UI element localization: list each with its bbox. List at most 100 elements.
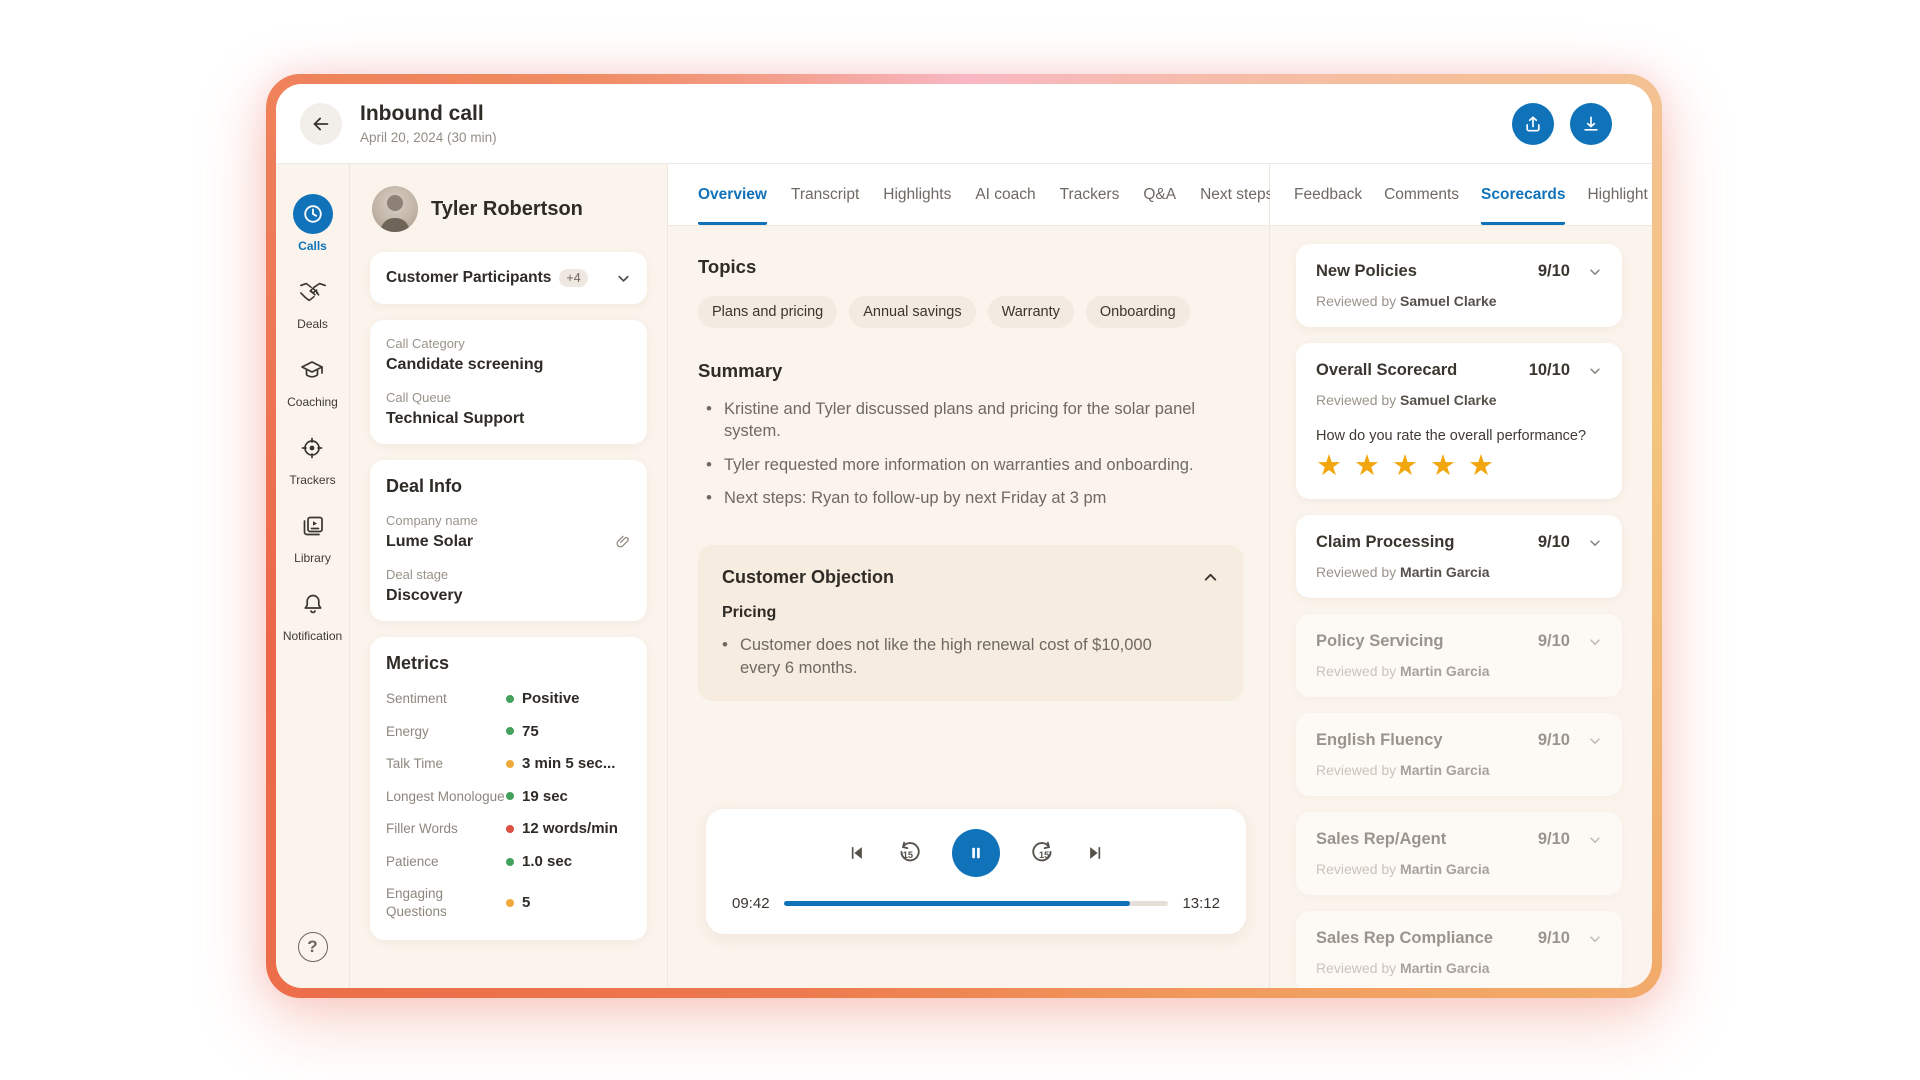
audio-player: 15 15 bbox=[706, 809, 1246, 934]
skip-to-end-button[interactable] bbox=[1086, 843, 1106, 863]
reviewed-by: Reviewed by Martin Garcia bbox=[1316, 762, 1602, 778]
share-button[interactable] bbox=[1512, 103, 1554, 145]
tab-scorecards[interactable]: Scorecards bbox=[1481, 164, 1565, 225]
scorecard-new-policies[interactable]: New Policies 9/10 Reviewed by Samuel Cla… bbox=[1296, 244, 1622, 327]
main-layout: Calls Deals Coaching bbox=[276, 164, 1652, 988]
objection-bullet: Customer does not like the high renewal … bbox=[722, 634, 1192, 679]
tab-feedback[interactable]: Feedback bbox=[1294, 164, 1362, 225]
tab-highlight[interactable]: Highlight bbox=[1587, 164, 1647, 225]
paperclip-icon[interactable] bbox=[615, 534, 631, 550]
rewind-15-button[interactable]: 15 bbox=[896, 840, 922, 866]
reviewer-name: Samuel Clarke bbox=[1400, 392, 1497, 408]
scorecards-list: New Policies 9/10 Reviewed by Samuel Cla… bbox=[1270, 226, 1652, 988]
metric-value: Positive bbox=[522, 690, 580, 707]
deal-info-title: Deal Info bbox=[386, 476, 631, 497]
progress-bar[interactable] bbox=[784, 901, 1169, 906]
summary-list: Kristine and Tyler discussed plans and p… bbox=[706, 398, 1243, 521]
profile-row: Tyler Robertson bbox=[370, 186, 647, 232]
chevron-down-icon[interactable] bbox=[1588, 635, 1602, 649]
sidebar-item-deals[interactable]: Deals bbox=[293, 272, 333, 331]
tab-ai-coach[interactable]: AI coach bbox=[975, 164, 1035, 225]
sidebar-item-trackers[interactable]: Trackers bbox=[289, 428, 335, 487]
metric-value: 19 sec bbox=[522, 788, 568, 805]
tab-qa[interactable]: Q&A bbox=[1143, 164, 1176, 225]
chevron-down-icon[interactable] bbox=[1588, 364, 1602, 378]
chevron-up-icon[interactable] bbox=[1202, 569, 1219, 586]
scorecard-claim-processing[interactable]: Claim Processing 9/10 Reviewed by Martin… bbox=[1296, 515, 1622, 598]
scorecard-english-fluency[interactable]: English Fluency 9/10 Reviewed by Martin … bbox=[1296, 713, 1622, 796]
scorecard-title: New Policies bbox=[1316, 262, 1417, 281]
reviewer-name: Martin Garcia bbox=[1400, 564, 1489, 580]
scorecard-title: English Fluency bbox=[1316, 731, 1443, 750]
sidebar-item-calls[interactable]: Calls bbox=[293, 194, 333, 253]
scorecard-score: 9/10 bbox=[1538, 830, 1570, 849]
tab-next-steps[interactable]: Next steps bbox=[1200, 164, 1273, 225]
forward-15-button[interactable]: 15 bbox=[1030, 840, 1056, 866]
topic-chip[interactable]: Warranty bbox=[988, 296, 1074, 328]
scorecard-score: 10/10 bbox=[1529, 361, 1570, 380]
svg-text:15: 15 bbox=[903, 850, 913, 860]
tab-trackers[interactable]: Trackers bbox=[1060, 164, 1120, 225]
scorecard-title: Overall Scorecard bbox=[1316, 361, 1457, 380]
tab-transcript[interactable]: Transcript bbox=[791, 164, 859, 225]
chevron-down-icon[interactable] bbox=[1588, 734, 1602, 748]
star-icon[interactable]: ★ bbox=[1430, 452, 1456, 481]
scorecard-overall[interactable]: Overall Scorecard 10/10 Reviewed by Samu… bbox=[1296, 343, 1622, 499]
summary-bullet: Next steps: Ryan to follow-up by next Fr… bbox=[706, 487, 1243, 510]
chevron-down-icon[interactable] bbox=[1588, 265, 1602, 279]
header-actions bbox=[1512, 103, 1612, 145]
library-icon bbox=[293, 506, 333, 546]
metric-row-engaging-questions: Engaging Questions 5 bbox=[386, 885, 631, 920]
reviewed-by-label: Reviewed by bbox=[1316, 663, 1400, 679]
scorecard-sales-rep-agent[interactable]: Sales Rep/Agent 9/10 Reviewed by Martin … bbox=[1296, 812, 1622, 895]
star-icon[interactable]: ★ bbox=[1354, 452, 1380, 481]
topic-chip[interactable]: Plans and pricing bbox=[698, 296, 837, 328]
page-title: Inbound call bbox=[360, 102, 497, 126]
reviewer-name: Martin Garcia bbox=[1400, 663, 1489, 679]
sidebar-item-notification[interactable]: Notification bbox=[283, 584, 342, 643]
reviewer-name: Samuel Clarke bbox=[1400, 293, 1497, 309]
deal-info-card: Deal Info Company name Lume Solar bbox=[370, 460, 647, 621]
pause-button[interactable] bbox=[952, 829, 1000, 877]
metrics-card: Metrics Sentiment Positive Energy 75 Tal… bbox=[370, 637, 647, 940]
topic-chip[interactable]: Annual savings bbox=[849, 296, 975, 328]
download-button[interactable] bbox=[1570, 103, 1612, 145]
topic-chip[interactable]: Onboarding bbox=[1086, 296, 1190, 328]
star-icon[interactable]: ★ bbox=[1468, 452, 1494, 481]
participant-name: Tyler Robertson bbox=[431, 198, 583, 221]
header-titles: Inbound call April 20, 2024 (30 min) bbox=[360, 102, 497, 145]
tab-overview[interactable]: Overview bbox=[698, 164, 767, 225]
scorecard-title: Policy Servicing bbox=[1316, 632, 1443, 651]
customer-participants-dropdown[interactable]: Customer Participants +4 bbox=[370, 252, 647, 304]
metric-row-sentiment: Sentiment Positive bbox=[386, 690, 631, 708]
total-duration: 13:12 bbox=[1182, 895, 1220, 912]
reviewed-by: Reviewed by Martin Garcia bbox=[1316, 663, 1602, 679]
scorecard-sales-rep-compliance[interactable]: Sales Rep Compliance 9/10 Reviewed by Ma… bbox=[1296, 911, 1622, 988]
elapsed-time: 09:42 bbox=[732, 895, 770, 912]
sidebar-nav: Calls Deals Coaching bbox=[276, 164, 350, 988]
help-button[interactable]: ? bbox=[298, 932, 328, 962]
deal-stage-label: Deal stage bbox=[386, 567, 631, 582]
back-button[interactable] bbox=[300, 103, 342, 145]
skip-to-start-button[interactable] bbox=[846, 843, 866, 863]
metric-row-talk-time: Talk Time 3 min 5 sec... bbox=[386, 755, 631, 773]
chevron-down-icon[interactable] bbox=[1588, 932, 1602, 946]
header: Inbound call April 20, 2024 (30 min) bbox=[276, 84, 1652, 164]
chevron-down-icon[interactable] bbox=[1588, 833, 1602, 847]
reviewed-by: Reviewed by Samuel Clarke bbox=[1316, 392, 1602, 408]
chevron-down-icon[interactable] bbox=[1588, 536, 1602, 550]
sidebar-item-library[interactable]: Library bbox=[293, 506, 333, 565]
star-icon[interactable]: ★ bbox=[1316, 452, 1342, 481]
reviewed-by-label: Reviewed by bbox=[1316, 861, 1400, 877]
scorecard-title: Claim Processing bbox=[1316, 533, 1454, 552]
sidebar-item-coaching[interactable]: Coaching bbox=[287, 350, 338, 409]
tab-highlights[interactable]: Highlights bbox=[883, 164, 951, 225]
scorecards-panel: Feedback Comments Scorecards Highlight N… bbox=[1270, 164, 1652, 988]
star-icon[interactable]: ★ bbox=[1392, 452, 1418, 481]
summary-bullet: Kristine and Tyler discussed plans and p… bbox=[706, 398, 1243, 443]
status-dot bbox=[506, 899, 514, 907]
metric-value: 12 words/min bbox=[522, 820, 618, 837]
metric-label: Filler Words bbox=[386, 820, 506, 838]
scorecard-policy-servicing[interactable]: Policy Servicing 9/10 Reviewed by Martin… bbox=[1296, 614, 1622, 697]
tab-comments[interactable]: Comments bbox=[1384, 164, 1459, 225]
